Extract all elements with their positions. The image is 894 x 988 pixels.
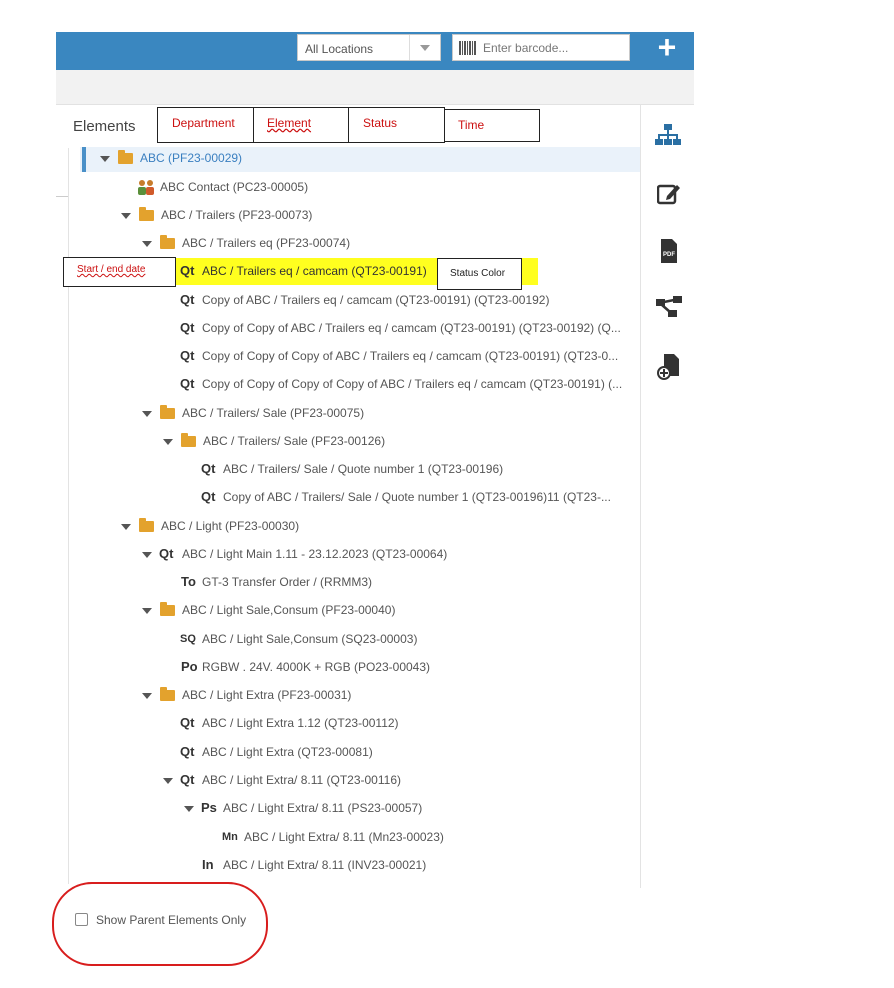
panel-divider <box>640 104 641 888</box>
barcode-field[interactable] <box>452 34 630 61</box>
add-button[interactable]: + <box>652 31 682 63</box>
purchase-order-badge: Po <box>181 659 198 674</box>
caret-down-icon[interactable] <box>184 806 194 812</box>
annotation-status-color-label: Status Color <box>450 268 506 279</box>
annotation-time-label: Time <box>458 118 485 132</box>
tree-item-label: Copy of Copy of Copy of Copy of ABC / Tr… <box>202 377 623 391</box>
caret-down-icon[interactable] <box>142 608 152 614</box>
tree-item-label: GT-3 Transfer Order / (RRMM3) <box>202 575 373 589</box>
quote-type-badge: Qt <box>159 546 174 561</box>
tree-item-label: ABC / Light Extra 1.12 (QT23-00112) <box>202 716 399 730</box>
tree-item-label: Copy of Copy of ABC / Trailers eq / camc… <box>202 321 621 335</box>
invoice-badge: In <box>202 857 214 872</box>
location-select-value: All Locations <box>305 42 374 56</box>
folder-icon <box>139 518 154 532</box>
caret-down-icon[interactable] <box>142 411 152 417</box>
tree-item-label: ABC / Trailers (PF23-00073) <box>161 208 313 222</box>
svg-text:PDF: PDF <box>663 252 675 258</box>
caret-down-icon[interactable] <box>163 439 173 445</box>
tree-item-label: Copy of Copy of Copy of ABC / Trailers e… <box>202 349 619 363</box>
sales-quote-badge: SQ <box>180 633 196 645</box>
caret-down-icon[interactable] <box>163 778 173 784</box>
annotation-department-label: Department <box>172 116 235 130</box>
annotation-circle <box>52 882 268 966</box>
tree-item-label: ABC / Light Extra (PF23-00031) <box>182 688 352 702</box>
tree-item-label: ABC / Light Extra/ 8.11 (Mn23-00023) <box>244 830 444 844</box>
pdf-icon[interactable]: PDF <box>659 239 679 263</box>
tree-item-label: ABC / Light Extra/ 8.11 (INV23-00021) <box>223 858 427 872</box>
annotation-status-color: Status Color <box>437 258 522 290</box>
folder-icon <box>160 602 175 616</box>
annotation-element: Element <box>253 107 349 143</box>
tree-item-label: ABC / Light Main 1.11 - 23.12.2023 (QT23… <box>182 547 448 561</box>
selected-row-indicator <box>82 147 86 172</box>
tree-item-label: RGBW . 24V. 4000K + RGB (PO23-00043) <box>202 660 431 674</box>
transfer-order-badge: To <box>181 574 196 589</box>
quote-type-badge: Qt <box>201 461 216 476</box>
annotation-start-end-date: Start / end date <box>63 257 176 287</box>
annotation-status-label: Status <box>363 116 398 130</box>
tree-item-label: Copy of ABC / Trailers/ Sale / Quote num… <box>223 490 611 504</box>
barcode-icon <box>459 41 476 55</box>
quote-type-badge: Qt <box>180 263 195 278</box>
folder-icon <box>139 207 154 221</box>
divider-tick <box>56 196 68 197</box>
folder-icon <box>160 235 175 249</box>
quote-type-badge: Qt <box>180 715 195 730</box>
quote-type-badge: Qt <box>180 744 195 759</box>
tree-item-label: ABC / Trailers eq (PF23-00074) <box>182 236 351 250</box>
contact-people-icon <box>138 180 154 195</box>
tree-item-label: Copy of ABC / Trailers eq / camcam (QT23… <box>202 293 550 307</box>
share-nodes-icon[interactable] <box>656 296 682 318</box>
tree-item-label: ABC / Light Sale,Consum (SQ23-00003) <box>202 632 418 646</box>
packing-slip-badge: Ps <box>201 800 217 815</box>
annotation-time: Time <box>444 109 540 142</box>
caret-down-icon[interactable] <box>142 552 152 558</box>
quote-type-badge: Qt <box>180 292 195 307</box>
tree-item-label: ABC / Trailers/ Sale / Quote number 1 (Q… <box>223 462 504 476</box>
caret-down-icon[interactable] <box>142 241 152 247</box>
annotation-status: Status <box>348 107 445 143</box>
quote-type-badge: Qt <box>180 772 195 787</box>
hierarchy-icon[interactable] <box>655 124 681 146</box>
tree-item-label: ABC / Trailers eq / camcam (QT23-00191) <box>202 264 427 278</box>
quote-type-badge: Qt <box>180 320 195 335</box>
folder-icon <box>181 433 196 447</box>
annotation-department: Department <box>157 107 254 143</box>
location-select[interactable]: All Locations <box>297 34 441 61</box>
caret-down-icon[interactable] <box>142 693 152 699</box>
tree-item-label: ABC (PF23-00029) <box>140 151 243 165</box>
tree-item-label: ABC / Trailers/ Sale (PF23-00126) <box>203 434 386 448</box>
folder-icon <box>160 405 175 419</box>
annotation-element-label: Element <box>267 116 312 130</box>
folder-icon <box>118 150 133 164</box>
annotation-start-end-date-label: Start / end date <box>77 264 146 275</box>
tree-item-label: ABC / Light Extra/ 8.11 (QT23-00116) <box>202 773 401 787</box>
folder-icon <box>160 687 175 701</box>
tree-item-label: ABC / Light Sale,Consum (PF23-00040) <box>182 603 396 617</box>
tree-item-label: ABC / Trailers/ Sale (PF23-00075) <box>182 406 365 420</box>
chevron-down-icon[interactable] <box>409 35 440 60</box>
sub-toolbar <box>56 70 694 105</box>
panel-title: Elements <box>73 118 136 135</box>
quote-type-badge: Qt <box>180 348 195 363</box>
manufacturing-badge: Mn <box>222 831 238 843</box>
quote-type-badge: Qt <box>180 376 195 391</box>
caret-down-icon[interactable] <box>121 213 131 219</box>
barcode-input[interactable] <box>483 38 623 57</box>
quote-type-badge: Qt <box>201 489 216 504</box>
caret-down-icon[interactable] <box>100 156 110 162</box>
tree-item-label: ABC Contact (PC23-00005) <box>160 180 309 194</box>
tree-item-label: ABC / Light Extra (QT23-00081) <box>202 745 373 759</box>
edit-icon[interactable] <box>657 182 681 206</box>
caret-down-icon[interactable] <box>121 524 131 530</box>
add-document-icon[interactable] <box>657 354 681 380</box>
tree-item-label: ABC / Light Extra/ 8.11 (PS23-00057) <box>223 801 423 815</box>
tree-item-label: ABC / Light (PF23-00030) <box>161 519 300 533</box>
